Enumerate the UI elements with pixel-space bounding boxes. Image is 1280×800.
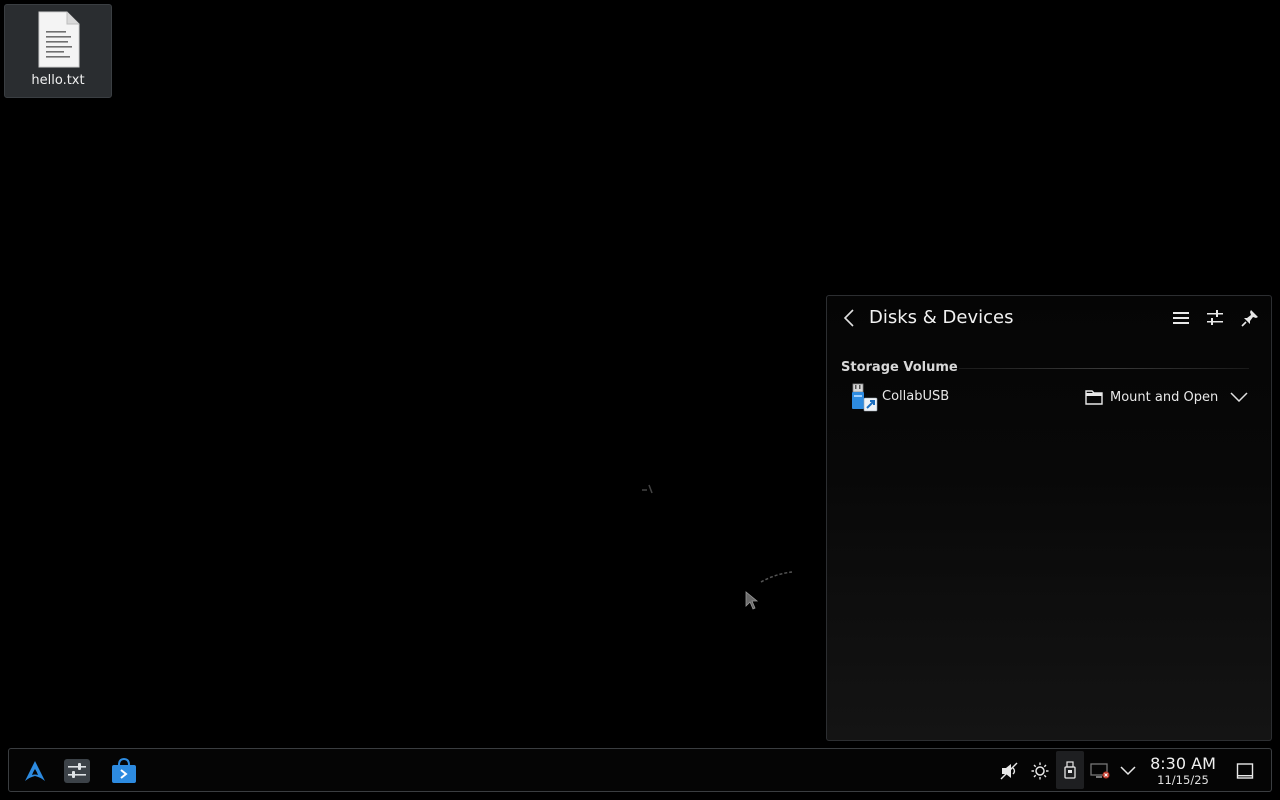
clock-date: 11/15/25 xyxy=(1157,773,1209,787)
pin-button[interactable] xyxy=(1239,307,1261,329)
sun-icon xyxy=(1031,762,1049,780)
folder-icon xyxy=(1085,390,1103,405)
stray-mark xyxy=(642,484,653,494)
arch-logo-icon xyxy=(25,761,45,781)
pin-icon xyxy=(1241,310,1258,327)
menu-button[interactable] xyxy=(1170,307,1192,329)
disks-devices-popup: Disks & Devices Storage Volume CollabUSB… xyxy=(826,295,1272,741)
disks-devices-tray-button[interactable] xyxy=(1056,751,1084,789)
discover-store-button[interactable] xyxy=(108,755,140,787)
network-tray-button[interactable] xyxy=(1090,761,1110,781)
chevron-left-icon xyxy=(843,309,854,327)
usb-drive-icon xyxy=(1064,761,1076,779)
action-label: Mount and Open xyxy=(1110,389,1219,405)
expand-device-button[interactable] xyxy=(1229,388,1249,406)
popup-title: Disks & Devices xyxy=(869,307,1014,328)
back-button[interactable] xyxy=(839,307,859,329)
desktop: hello.txt Disks & Devices Storage Volume… xyxy=(0,0,1280,800)
settings-sliders-icon xyxy=(64,759,90,783)
device-name: CollabUSB xyxy=(882,389,950,404)
store-bag-icon xyxy=(112,758,136,783)
clock-time: 8:30 AM xyxy=(1150,754,1216,773)
text-file-icon xyxy=(38,11,80,68)
mouse-cursor-icon xyxy=(745,591,759,610)
mount-and-open-button[interactable]: Mount and Open xyxy=(1085,386,1218,408)
sliders-icon xyxy=(1207,310,1223,325)
expand-tray-button[interactable] xyxy=(1118,761,1138,781)
section-heading: Storage Volume xyxy=(841,360,958,375)
desktop-file-label: hello.txt xyxy=(31,73,85,88)
brightness-tray-button[interactable] xyxy=(1030,761,1050,781)
app-launcher-button[interactable] xyxy=(19,755,51,787)
volume-tray-button[interactable] xyxy=(999,761,1019,781)
hamburger-menu-icon xyxy=(1173,312,1189,324)
speaker-muted-icon xyxy=(1000,762,1018,780)
chevron-down-icon xyxy=(1120,766,1136,776)
taskbar: 8:30 AM 11/15/25 xyxy=(8,748,1272,792)
stray-mark xyxy=(760,571,793,583)
desktop-file-hello[interactable]: hello.txt xyxy=(4,4,112,98)
digital-clock[interactable]: 8:30 AM 11/15/25 xyxy=(1149,754,1217,788)
usb-drive-icon xyxy=(852,383,878,412)
show-desktop-icon xyxy=(1236,763,1254,779)
chevron-down-icon xyxy=(1230,392,1248,402)
configure-button[interactable] xyxy=(1204,307,1226,329)
section-divider xyxy=(959,368,1249,369)
system-settings-button[interactable] xyxy=(61,755,93,787)
show-desktop-button[interactable] xyxy=(1235,761,1255,781)
device-row[interactable]: CollabUSB Mount and Open xyxy=(841,382,1251,412)
network-disconnected-icon xyxy=(1090,763,1110,779)
